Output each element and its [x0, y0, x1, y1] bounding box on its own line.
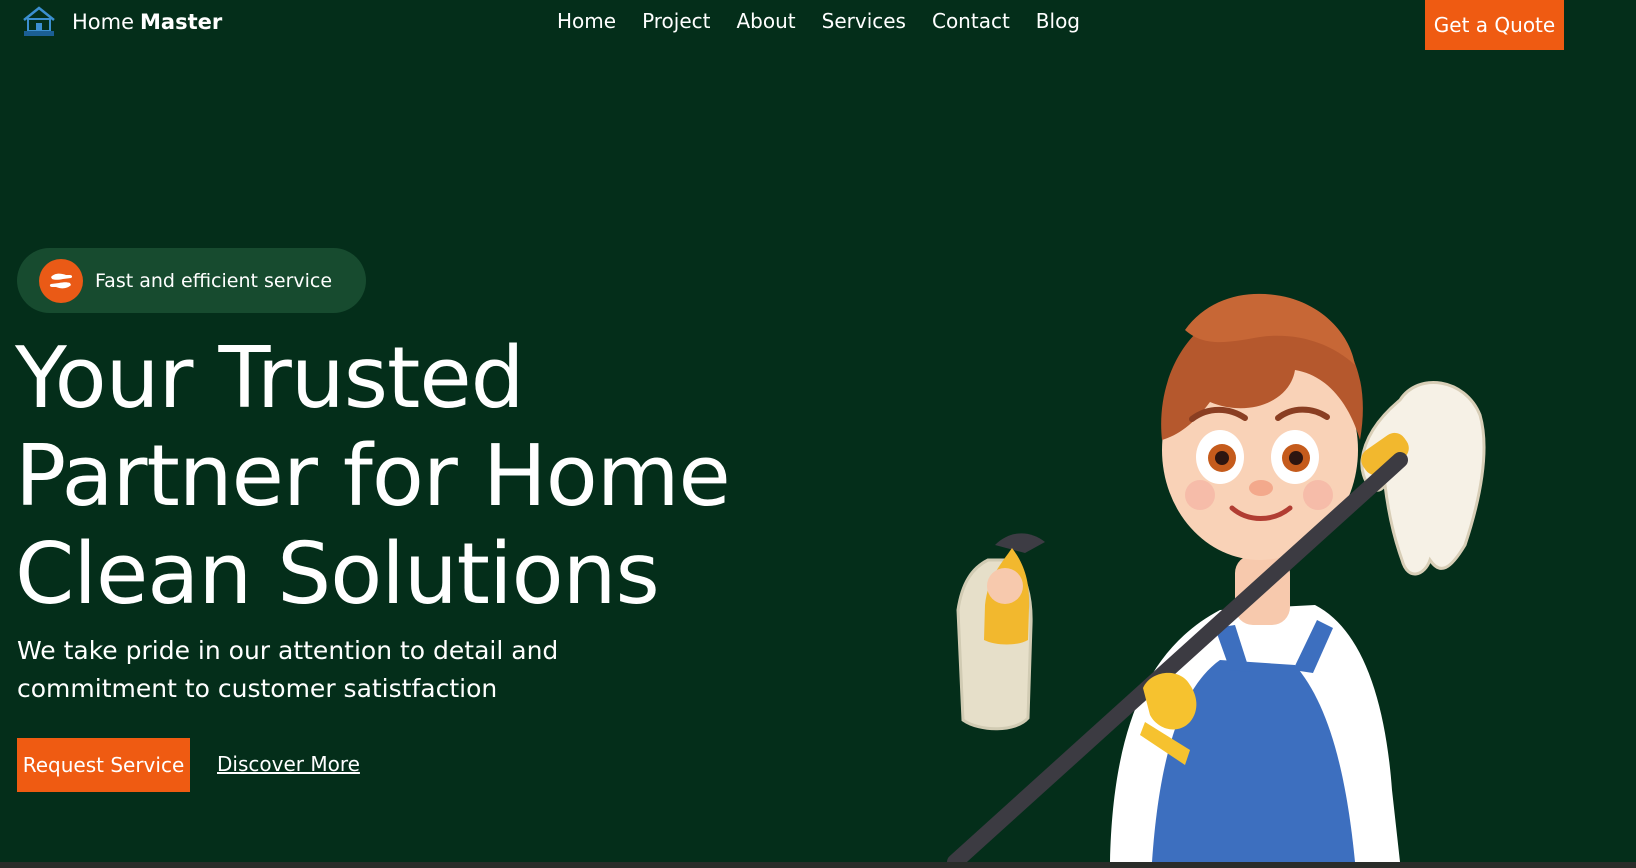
nose-icon: [1249, 480, 1273, 496]
get-quote-button[interactable]: Get a Quote: [1425, 0, 1564, 50]
helping-hands-icon-svg: [49, 273, 73, 288]
nav-blog[interactable]: Blog: [1036, 8, 1080, 34]
spray-nozzle-icon: [995, 533, 1045, 553]
discover-more-link[interactable]: Discover More: [217, 752, 360, 776]
service-badge: Fast and efficient service: [17, 248, 366, 313]
hero-headline: Your Trusted Partner for Home Clean Solu…: [15, 330, 835, 624]
description-line-2: commitment to customer satistfaction: [17, 674, 498, 703]
nav-services[interactable]: Services: [822, 8, 906, 34]
main-navigation: Home Project About Services Contact Blog: [557, 8, 1080, 34]
right-cheek-icon: [1303, 480, 1333, 510]
headline-line-2: Partner for Home: [15, 427, 731, 526]
request-service-button[interactable]: Request Service: [17, 738, 190, 792]
left-eye-pupil-icon: [1215, 451, 1229, 465]
nav-about[interactable]: About: [737, 8, 796, 34]
right-eye-pupil-icon: [1289, 451, 1303, 465]
brand-logo[interactable]: Home Master: [20, 4, 222, 40]
hero-description: We take pride in our attention to detail…: [17, 632, 577, 708]
nav-home[interactable]: Home: [557, 8, 616, 34]
spray-hand-skin-icon: [987, 568, 1023, 604]
brand-prefix: Home: [72, 9, 135, 34]
left-cheek-icon: [1185, 480, 1215, 510]
helping-hands-icon: [39, 258, 83, 303]
cleaning-woman-illustration: [947, 293, 1486, 862]
nav-contact[interactable]: Contact: [932, 8, 1010, 34]
headline-line-3: Clean Solutions: [15, 525, 660, 624]
service-badge-text: Fast and efficient service: [95, 269, 333, 292]
brand-name: Home Master: [72, 9, 223, 34]
house-logo-icon: [23, 6, 55, 36]
headline-line-1: Your Trusted: [15, 329, 525, 428]
description-line-1: We take pride in our attention to detail…: [17, 636, 559, 665]
landing-page: Home Master Home Project About Services C…: [0, 0, 1636, 862]
brand-strong: Master: [140, 9, 223, 34]
nav-project[interactable]: Project: [642, 8, 710, 34]
